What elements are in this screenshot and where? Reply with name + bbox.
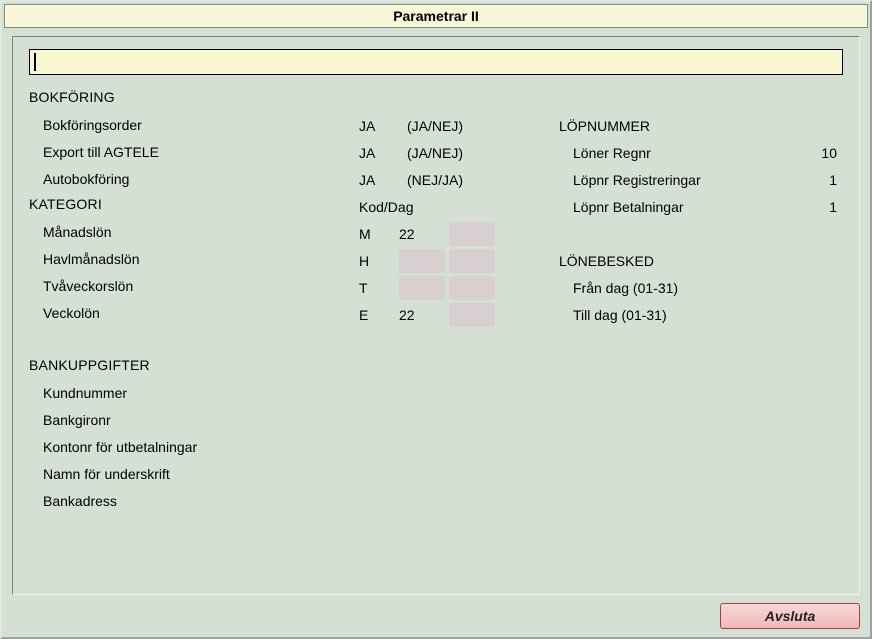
value-row: JA (JA/NEJ) [359,112,559,139]
label-tvaveckorslon: Tvåveckorslön [29,272,359,299]
koddag-header: Kod/Dag [359,193,559,220]
label-lopnr-registreringar: Löpnr Registreringar [573,172,701,188]
grey-box[interactable] [449,303,495,327]
spacer [29,326,359,353]
main-input[interactable] [29,49,843,75]
value-row: JA (NEJ/JA) [359,166,559,193]
kategori-row-2: T [359,274,559,301]
middle-column: JA (JA/NEJ) JA (JA/NEJ) JA (NEJ/JA) Kod/… [359,85,559,514]
text-caret [34,53,36,71]
grey-box[interactable] [449,276,495,300]
value-loner-regnr[interactable]: 10 [821,145,837,161]
section-bank: BANKUPPGIFTER [29,357,359,373]
kod-tvaveckorslon[interactable]: T [359,280,399,296]
row-lopnr-registreringar: Löpnr Registreringar 1 [559,166,843,193]
label-underskrift: Namn för underskrift [29,460,359,487]
value-autobokforing[interactable]: JA [359,172,407,188]
kategori-row-1: H [359,247,559,274]
label-bokforingsorder: Bokföringsorder [29,111,359,138]
value-row: JA (JA/NEJ) [359,139,559,166]
label-export-agtele: Export till AGTELE [29,138,359,165]
hint-autobokforing: (NEJ/JA) [407,172,463,188]
label-fran-dag: Från dag (01-31) [573,280,678,296]
label-till-dag: Till dag (01-31) [573,307,667,323]
window-title: Parametrar II [393,8,479,24]
grey-box[interactable] [449,249,495,273]
columns: BOKFÖRING Bokföringsorder Export till AG… [29,85,843,514]
kategori-row-0: M 22 [359,220,559,247]
spacer [559,220,843,247]
label-manadslon: Månadslön [29,218,359,245]
window: Parametrar II BOKFÖRING Bokföringsorder … [0,0,872,639]
section-bokforing: BOKFÖRING [29,89,359,105]
label-bankgironr: Bankgironr [29,406,359,433]
row-lopnr-betalningar: Löpnr Betalningar 1 [559,193,843,220]
label-bankadress: Bankadress [29,487,359,514]
dag-manadslon[interactable]: 22 [399,226,439,242]
right-column: LÖPNUMMER Löner Regnr 10 Löpnr Registrer… [559,85,843,514]
label-kontonr: Kontonr för utbetalningar [29,433,359,460]
footer: Avsluta [2,599,870,637]
value-lopnr-betalningar[interactable]: 1 [829,199,837,215]
section-kategori: KATEGORI [29,196,359,212]
left-column: BOKFÖRING Bokföringsorder Export till AG… [29,85,359,514]
label-kundnummer: Kundnummer [29,379,359,406]
spacer [359,85,559,112]
hint-bokforingsorder: (JA/NEJ) [407,118,463,134]
row-till-dag: Till dag (01-31) [559,301,843,328]
section-lonebesked: LÖNEBESKED [559,247,843,274]
label-loner-regnr: Löner Regnr [573,145,651,161]
dag-tvaveckorslon-box[interactable] [399,276,445,300]
kategori-row-3: E 22 [359,301,559,328]
label-veckolon: Veckolön [29,299,359,326]
value-bokforingsorder[interactable]: JA [359,118,407,134]
dag-veckolon[interactable]: 22 [399,307,439,323]
section-lopnummer: LÖPNUMMER [559,112,843,139]
label-autobokforing: Autobokföring [29,165,359,192]
row-fran-dag: Från dag (01-31) [559,274,843,301]
dag-halvmanadslon-box[interactable] [399,249,445,273]
close-button[interactable]: Avsluta [720,603,860,629]
row-loner-regnr: Löner Regnr 10 [559,139,843,166]
grey-box[interactable] [449,222,495,246]
label-lopnr-betalningar: Löpnr Betalningar [573,199,684,215]
title-bar: Parametrar II [4,4,868,28]
kod-halvmanadslon[interactable]: H [359,253,399,269]
kod-manadslon[interactable]: M [359,226,399,242]
value-lopnr-registreringar[interactable]: 1 [829,172,837,188]
spacer [559,85,843,112]
content-frame: BOKFÖRING Bokföringsorder Export till AG… [12,36,860,595]
value-export-agtele[interactable]: JA [359,145,407,161]
label-halvmanadslon: Havlmånadslön [29,245,359,272]
kod-veckolon[interactable]: E [359,307,399,323]
hint-export-agtele: (JA/NEJ) [407,145,463,161]
